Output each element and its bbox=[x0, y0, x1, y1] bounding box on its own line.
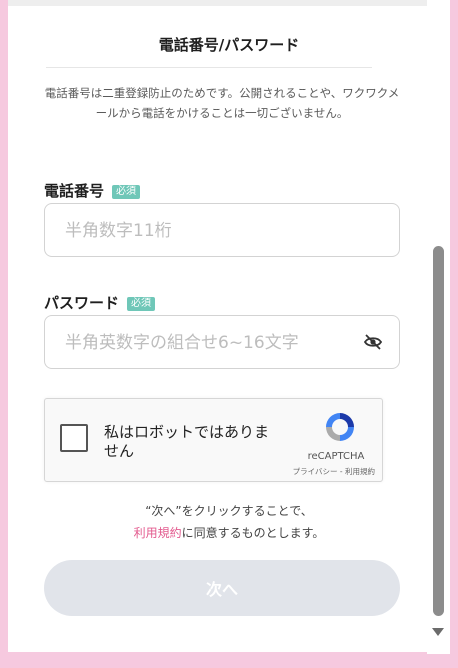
recaptcha-brand: reCAPTCHA bbox=[307, 451, 365, 462]
phone-label-row: 電話番号 必須 bbox=[44, 180, 141, 201]
terms-line-1: “次へ”をクリックすることで、 bbox=[145, 504, 313, 518]
required-badge: 必須 bbox=[127, 297, 156, 311]
recaptcha-logo-icon bbox=[326, 413, 354, 441]
page-title: 電話番号/パスワード bbox=[158, 36, 300, 54]
recaptcha-checkbox[interactable] bbox=[60, 424, 88, 452]
title-divider bbox=[46, 67, 372, 68]
phone-input[interactable] bbox=[63, 204, 367, 258]
password-label-row: パスワード 必須 bbox=[44, 292, 156, 313]
terms-notice: “次へ”をクリックすることで、 利用規約に同意するものとします。 bbox=[0, 500, 458, 544]
scroll-down-arrow-icon[interactable] bbox=[432, 628, 444, 636]
description-text: 電話番号は二重登録防止のためです。公開されることや、ワクワクメールから電話をかけ… bbox=[44, 86, 400, 120]
recaptcha-label: 私はロボットではありません bbox=[104, 423, 270, 460]
password-label: パスワード bbox=[44, 294, 120, 312]
terms-line-2: 利用規約に同意するものとします。 bbox=[0, 522, 458, 544]
recaptcha-links[interactable]: プライバシー - 利用規約 bbox=[269, 466, 375, 477]
terms-suffix: に同意するものとします。 bbox=[181, 526, 325, 540]
required-badge: 必須 bbox=[112, 185, 141, 199]
phone-field[interactable] bbox=[44, 203, 400, 258]
scrollbar-thumb[interactable] bbox=[433, 246, 444, 616]
eye-slash-icon[interactable] bbox=[363, 333, 383, 351]
password-field[interactable] bbox=[44, 315, 400, 370]
bottom-border bbox=[0, 654, 458, 668]
recaptcha-widget: 私はロボットではありません reCAPTCHA プライバシー - 利用規約 bbox=[44, 398, 383, 482]
password-input[interactable] bbox=[63, 316, 367, 370]
phone-label: 電話番号 bbox=[44, 182, 105, 200]
next-button[interactable]: 次へ bbox=[44, 560, 400, 616]
terms-link[interactable]: 利用規約 bbox=[134, 526, 182, 540]
